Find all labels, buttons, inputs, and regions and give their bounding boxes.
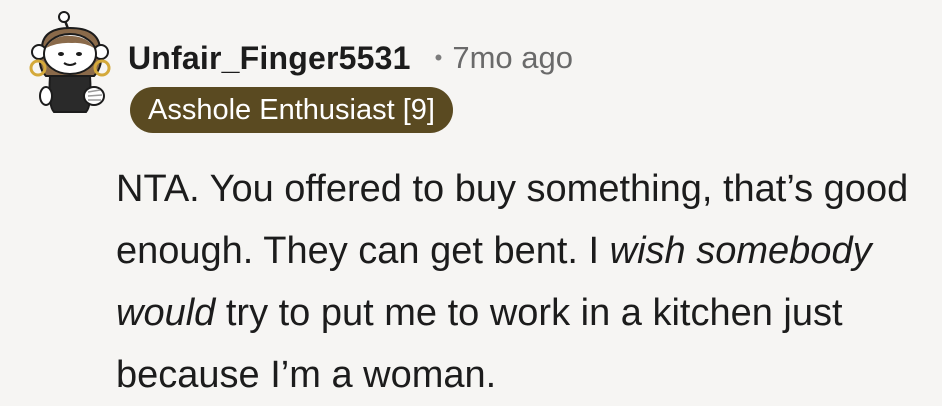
user-flair-badge: Asshole Enthusiast [9] (130, 87, 453, 133)
username-link[interactable]: Unfair_Finger5531 (128, 40, 411, 77)
timestamp[interactable]: 7mo ago (452, 40, 573, 76)
comment-meta: Unfair_Finger5531 • 7mo ago (128, 36, 573, 80)
separator-dot: • (434, 45, 443, 70)
snoo-avatar-icon[interactable] (24, 10, 116, 118)
comment-body: NTA. You offered to buy something, that’… (116, 158, 926, 406)
comment: Unfair_Finger5531 • 7mo ago Asshole Enth… (0, 0, 942, 402)
comment-text-part2: try to put me to work in a kitchen just … (116, 292, 843, 396)
comment-text: NTA. You offered to buy something, that’… (116, 158, 926, 406)
